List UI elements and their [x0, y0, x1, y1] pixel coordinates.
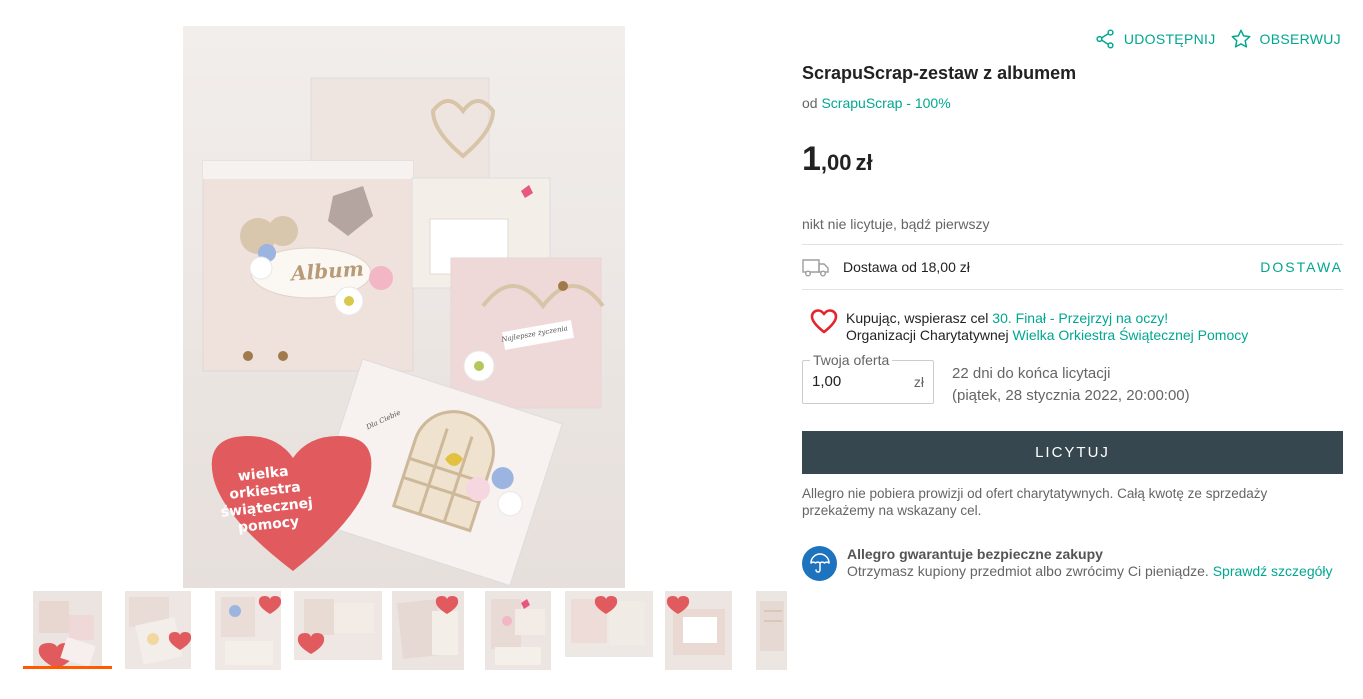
seller-link[interactable]: ScrapuScrap - 100%	[821, 95, 950, 111]
thumbnail-image	[485, 591, 551, 670]
bid-button[interactable]: LICYTUJ	[802, 431, 1343, 474]
no-commission-note: Allegro nie pobiera prowizji od ofert ch…	[802, 486, 1268, 518]
product-actions: UDOSTĘPNIJ OBSERWUJ	[1094, 28, 1341, 50]
share-icon	[1096, 29, 1114, 49]
album-word-text: Album	[290, 256, 365, 286]
truck-icon	[802, 259, 829, 277]
share-button[interactable]: UDOSTĘPNIJ	[1094, 28, 1216, 50]
divider	[802, 244, 1343, 245]
charity-text: Kupując, wspierasz cel 30. Finał - Przej…	[846, 310, 1248, 344]
price-main: 1	[802, 140, 821, 178]
thumbnail-image	[665, 591, 732, 670]
delivery-link[interactable]: DOSTAWA	[1260, 259, 1343, 275]
charity-org-link[interactable]: Wielka Orkiestra Świątecznej Pomocy	[1013, 327, 1249, 343]
heart-icon	[810, 309, 838, 334]
thumbnail-3[interactable]	[215, 591, 281, 670]
time-left-text: 22 dni do końca licytacji	[952, 365, 1111, 382]
thumbnail-5[interactable]	[392, 591, 464, 670]
watch-label: OBSERWUJ	[1259, 31, 1341, 47]
seller-prefix: od	[802, 95, 818, 111]
seller-line: od ScrapuScrap - 100%	[802, 95, 951, 111]
charity-line-2: Organizacji Charytatywnej Wielka Orkiest…	[846, 327, 1248, 344]
thumbnail-strip	[22, 590, 787, 672]
umbrella-icon	[802, 546, 837, 581]
main-product-image[interactable]: Album Najlepsze życzenia Dla Ciebie wiel…	[183, 26, 625, 588]
watch-button[interactable]: OBSERWUJ	[1230, 28, 1342, 50]
guarantee-description: Otrzymasz kupiony przedmiot albo zwrócim…	[847, 563, 1209, 579]
thumbnail-6[interactable]	[485, 591, 551, 670]
thumbnail-4[interactable]	[294, 591, 382, 660]
thumbnail-7[interactable]	[565, 591, 653, 657]
offer-input[interactable]	[812, 373, 897, 390]
end-date-text: (piątek, 28 stycznia 2022, 20:00:00)	[952, 387, 1190, 404]
price-currency: zł	[855, 150, 873, 175]
guarantee-body: Otrzymasz kupiony przedmiot albo zwrócim…	[847, 563, 1337, 580]
product-title: ScrapuScrap-zestaw z albumem	[802, 63, 1077, 83]
delivery-text: Dostawa od 18,00 zł	[843, 259, 970, 275]
charity-prefix: Kupując, wspierasz cel	[846, 310, 989, 326]
offer-currency: zł	[913, 374, 924, 390]
auction-time: 22 dni do końca licytacji (piątek, 28 st…	[952, 363, 1190, 407]
price: 1,00 zł	[802, 140, 873, 179]
active-thumbnail-indicator	[23, 666, 112, 669]
thumbnail-image	[215, 591, 281, 670]
thumbnail-image	[565, 591, 653, 657]
wosp-heart-text: wielka orkiestra świątecznej pomocy	[208, 460, 325, 539]
divider	[802, 289, 1343, 290]
star-icon	[1231, 29, 1250, 48]
thumbnail-8[interactable]	[665, 591, 732, 670]
thumbnail-1[interactable]	[33, 591, 102, 668]
thumbnail-image	[294, 591, 382, 660]
charity-goal-link[interactable]: 30. Finał - Przejrzyj na oczy!	[992, 310, 1168, 326]
price-decimal: ,00	[820, 150, 852, 175]
bids-status: nikt nie licytuje, bądź pierwszy	[802, 216, 990, 232]
thumbnail-image	[33, 591, 102, 668]
charity-org-prefix: Organizacji Charytatywnej	[846, 327, 1009, 343]
offer-field: Twoja oferta zł	[802, 352, 934, 404]
share-label: UDOSTĘPNIJ	[1123, 31, 1216, 47]
thumbnail-2[interactable]	[125, 591, 191, 669]
charity-info: Kupując, wspierasz cel 30. Finał - Przej…	[810, 309, 1248, 344]
thumbnail-image	[756, 591, 787, 670]
thumbnail-image	[125, 591, 191, 669]
guarantee-details-link[interactable]: Sprawdź szczegóły	[1213, 563, 1333, 579]
guarantee-info: Allegro gwarantuje bezpieczne zakupy Otr…	[802, 546, 1337, 581]
guarantee-text: Allegro gwarantuje bezpieczne zakupy Otr…	[847, 546, 1337, 581]
thumbnail-image	[392, 591, 464, 670]
offer-label: Twoja oferta	[810, 352, 893, 368]
charity-line-1: Kupując, wspierasz cel 30. Finał - Przej…	[846, 310, 1248, 327]
thumbnail-9[interactable]	[756, 591, 787, 670]
delivery-row: Dostawa od 18,00 zł DOSTAWA	[802, 246, 1343, 288]
guarantee-heading: Allegro gwarantuje bezpieczne zakupy	[847, 546, 1103, 562]
